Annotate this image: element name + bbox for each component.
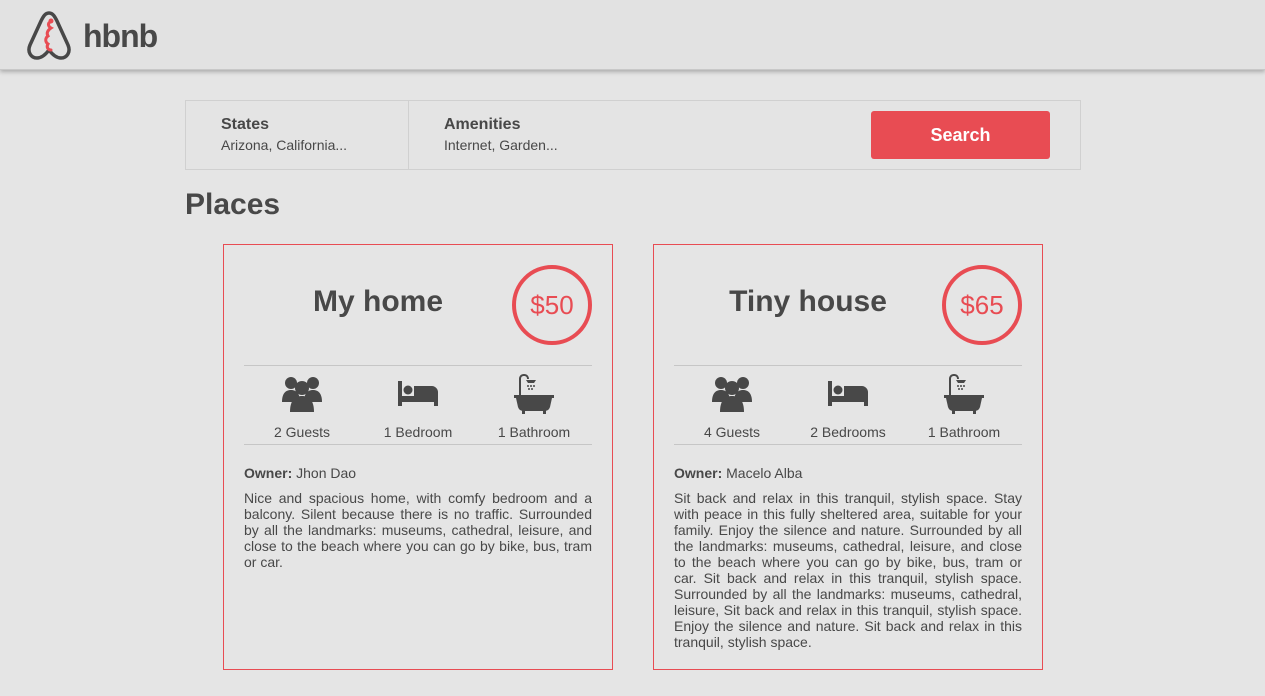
owner-name: Macelo Alba (726, 465, 803, 481)
owner: Owner: Jhon Dao (244, 465, 592, 481)
guests-label: 2 Guests (273, 424, 331, 440)
guests-info: 4 Guests (674, 366, 790, 444)
place-card: My home $50 2 Guests 1 Bedroom 1 Bathroo… (223, 244, 613, 670)
amenities-filter[interactable]: Amenities Internet, Garden... (409, 101, 809, 169)
price-badge: $65 (942, 265, 1022, 345)
bedrooms-info: 2 Bedrooms (790, 366, 906, 444)
place-description: Nice and spacious home, with comfy bedro… (244, 490, 592, 570)
bathrooms-label: 1 Bathroom (497, 424, 571, 440)
bathrooms-info: 1 Bathroom (906, 366, 1022, 444)
owner-label: Owner: (244, 465, 293, 481)
guests-info: 2 Guests (244, 366, 360, 444)
place-info: 4 Guests 2 Bedrooms 1 Bathroom (674, 365, 1022, 445)
bedrooms-label: 2 Bedrooms (810, 424, 886, 440)
place-description: Sit back and relax in this tranquil, sty… (674, 490, 1022, 650)
guests-icon (712, 377, 752, 412)
amenities-filter-title: Amenities (444, 116, 521, 133)
amenities-filter-value: Internet, Garden... (444, 137, 558, 153)
bathrooms-label: 1 Bathroom (927, 424, 1001, 440)
owner: Owner: Macelo Alba (674, 465, 1022, 481)
bedrooms-info: 1 Bedroom (360, 366, 476, 444)
guests-label: 4 Guests (703, 424, 761, 440)
logo[interactable]: hbnb (26, 10, 176, 60)
states-filter[interactable]: States Arizona, California... (186, 101, 409, 169)
place-title: My home (312, 285, 444, 318)
place-card: Tiny house $65 4 Guests 2 Bedrooms 1 Bat… (653, 244, 1043, 670)
bed-icon (828, 381, 868, 406)
filters-bar: States Arizona, California... Amenities … (185, 100, 1081, 170)
logo-text: hbnb (83, 18, 158, 54)
owner-label: Owner: (674, 465, 723, 481)
site-header: hbnb (0, 0, 1265, 70)
states-filter-title: States (221, 116, 270, 133)
bathtub-icon (514, 374, 554, 414)
bathrooms-info: 1 Bathroom (476, 366, 592, 444)
airbnb-logo-icon (27, 11, 71, 60)
place-info: 2 Guests 1 Bedroom 1 Bathroom (244, 365, 592, 445)
bed-icon (398, 381, 438, 406)
bathtub-icon (944, 374, 984, 414)
guests-icon (282, 377, 322, 412)
states-filter-value: Arizona, California... (221, 137, 348, 153)
place-title: Tiny house (729, 285, 887, 318)
price-badge: $50 (512, 265, 592, 345)
bedrooms-label: 1 Bedroom (383, 424, 453, 440)
search-button[interactable]: Search (871, 111, 1050, 159)
owner-name: Jhon Dao (296, 465, 357, 481)
places-title: Places (185, 188, 281, 221)
